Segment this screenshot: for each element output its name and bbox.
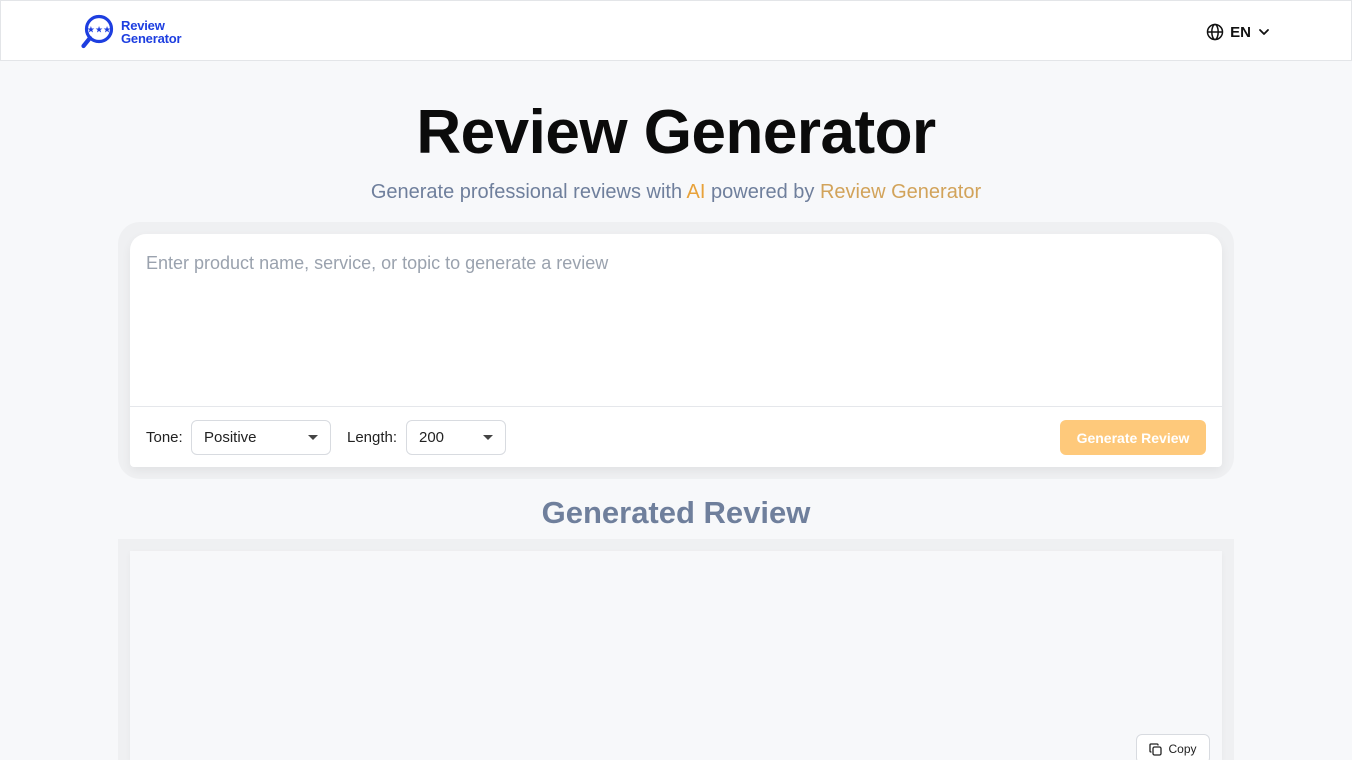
tone-selected-value: Positive — [204, 429, 257, 446]
caret-down-icon — [483, 435, 493, 440]
logo-line-2: Generator — [121, 31, 182, 46]
generation-controls: Tone: Positive Length: 200 Generate Revi… — [130, 406, 1222, 467]
tone-label: Tone: — [146, 429, 183, 446]
chevron-down-icon — [1259, 29, 1269, 35]
top-navbar: ★★★ Review Generator EN — [0, 0, 1352, 61]
input-card: Tone: Positive Length: 200 Generate Revi… — [130, 234, 1222, 467]
page-subtitle: Generate professional reviews with AI po… — [0, 180, 1352, 204]
generated-review-heading: Generated Review — [541, 495, 811, 530]
logo-link[interactable]: ★★★ Review Generator — [81, 13, 182, 51]
length-label: Length: — [347, 429, 398, 446]
generated-review-output — [130, 551, 1222, 760]
length-selected-value: 200 — [419, 429, 445, 446]
page-title: Review Generator — [416, 98, 936, 167]
copy-button[interactable]: Copy — [1136, 734, 1210, 760]
subtitle-brand-highlight: Review Generator — [819, 181, 982, 203]
tone-select[interactable]: Positive — [191, 420, 331, 455]
subtitle-text-1: Generate professional reviews with — [370, 181, 687, 203]
length-select[interactable]: 200 — [406, 420, 506, 455]
subtitle-ai-highlight: AI — [686, 181, 706, 203]
generate-review-button[interactable]: Generate Review — [1060, 420, 1206, 455]
globe-icon — [1206, 23, 1224, 41]
magnifier-star-logo-icon: ★★★ — [81, 14, 114, 49]
language-selector[interactable]: EN — [1206, 21, 1271, 43]
topic-input[interactable] — [130, 234, 1222, 406]
caret-down-icon — [308, 435, 318, 440]
logo-text: Review Generator — [121, 19, 182, 46]
copy-icon — [1149, 742, 1163, 756]
language-code: EN — [1230, 23, 1251, 41]
copy-label: Copy — [1168, 742, 1197, 756]
subtitle-text-2: powered by — [705, 181, 820, 203]
svg-text:★★★: ★★★ — [87, 26, 111, 36]
